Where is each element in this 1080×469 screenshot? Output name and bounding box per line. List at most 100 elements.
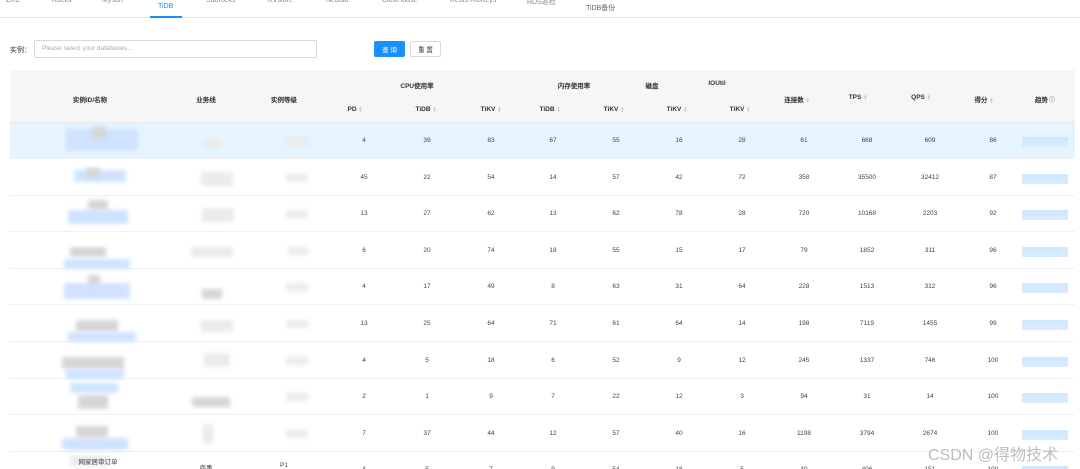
redacted-instance [286,210,308,219]
query-button[interactable]: 查 询 [374,41,405,57]
cell-tps: 10168 [857,210,877,218]
tab-10[interactable]: TiDB备份 [586,3,615,13]
cell-mem_tidb: 14 [549,173,557,181]
cell-mem_tikv: 52 [612,356,620,364]
cell-disk: 64 [675,320,683,327]
redacted-instance [286,320,308,328]
redacted-instance [88,275,100,286]
sort-icon[interactable]: ▲ ▼ [746,106,750,113]
col-pd[interactable]: PD ▲ ▼ [348,106,363,113]
col-score[interactable]: 得分 ▲ ▼ [975,94,994,104]
table-row[interactable]: 13 25 64 71 61 64 14 198 7119 1455 99 [10,306,1075,342]
cell-cpu_tidb: 37 [423,429,431,437]
table-row[interactable]: 13 27 62 13 62 78 28 720 10168 2203 92 [10,196,1075,233]
sort-icon[interactable]: ▲ ▼ [863,94,867,101]
cell-pd: 6 [362,246,366,254]
sort-icon[interactable]: ▲ ▼ [359,106,363,113]
trend-sparkline[interactable] [1022,356,1068,367]
cell-mem_tikv: 57 [612,173,620,181]
cell-instance-name: 网家居审订单 [78,459,118,467]
tab-8[interactable]: Redis-RioKeys [450,0,496,4]
trend-sparkline[interactable] [1022,173,1068,184]
cell-cpu_tikv: 62 [487,210,495,218]
col-trend-label: 趋势 [1034,97,1048,104]
trend-sparkline[interactable] [1022,429,1068,440]
table-row[interactable]: 6 20 74 18 55 15 17 79 1852 311 96 [10,233,1075,269]
col-qps[interactable]: QPS ▲ ▼ [911,94,931,101]
table-row[interactable]: 4 17 49 8 63 31 64 228 1513 312 96 [10,269,1075,306]
trend-sparkline[interactable] [1022,393,1068,404]
table-row[interactable]: 45 22 54 14 57 42 72 358 35500 32412 87 [10,160,1075,196]
col-connections[interactable]: 连接数 ▲ ▼ [784,94,809,104]
redacted-instance [62,437,128,450]
cell-mem_tidb: 7 [551,393,555,401]
cell-tps: 7119 [860,320,874,327]
table-row[interactable]: 4 39 83 67 55 16 28 61 668 609 86 [10,123,1075,159]
cell-mem_tidb: 18 [549,246,557,254]
cell-cpu_tikv: 44 [487,429,495,437]
cell-pd: 2 [362,393,366,401]
redacted-instance [88,200,108,211]
tab-5[interactable]: KVstore [268,0,293,4]
table-row[interactable]: 45795418540406151100网家居审订单商事P1 [10,452,1075,469]
redacted-instance [66,368,124,379]
sort-icon[interactable]: ▲ ▼ [557,106,561,113]
cell-io: 3 [740,393,744,401]
group-mem: 内存使用率 [557,83,591,90]
cell-disk: 78 [675,210,683,218]
col-io-tikv-label: TiKV [729,106,745,113]
tab-3[interactable]: TiDB [158,3,173,10]
table-row[interactable]: 4 5 18 6 52 9 12 245 1337 746 100 [10,343,1075,379]
table-row[interactable]: 2 1 9 7 22 12 3 94 31 14 100 [10,379,1075,416]
sort-icon[interactable]: ▲ ▼ [806,97,810,104]
col-mem-tikv[interactable]: TiKV ▲ ▼ [604,106,625,113]
cell-pd: 4 [362,283,366,291]
col-io-tikv[interactable]: TiKV ▲ ▼ [730,106,751,113]
cell-score: 87 [989,173,997,181]
cell-mem_tikv: 63 [612,283,620,291]
tab-6[interactable]: Nebula [326,0,348,4]
trend-sparkline[interactable] [1022,210,1068,221]
sort-icon[interactable]: ▲ ▼ [497,106,501,113]
trend-sparkline[interactable] [1022,246,1068,257]
tab-2[interactable]: Myson [102,0,123,4]
instance-select[interactable]: Please select your databases... [34,40,317,58]
col-mem-tidb[interactable]: TiDB ▲ ▼ [539,106,560,113]
table-row[interactable]: 7 37 44 12 57 40 16 1198 3794 2674 100 [10,416,1075,452]
tab-4[interactable]: Starrocks [206,0,236,4]
cell-conn: 1198 [797,429,811,437]
cell-conn: 228 [798,283,810,291]
cell-io: 28 [738,210,746,218]
sort-icon[interactable]: ▲ ▼ [990,97,994,104]
cell-disk: 12 [675,393,683,401]
col-cpu-tidb[interactable]: TiDB ▲ ▼ [415,106,436,113]
cell-score: 100 [987,429,999,437]
cell-io: 28 [738,137,746,144]
redacted-instance [74,169,126,182]
tab-1[interactable]: Rocks [52,0,71,4]
tab-0[interactable]: ZRC [6,0,20,4]
cell-cpu_tikv: 83 [487,137,495,144]
reset-button[interactable]: 重 置 [410,41,441,57]
sort-icon[interactable]: ▲ ▼ [620,106,624,113]
sort-icon[interactable]: ▲ ▼ [683,106,687,113]
redacted-instance [201,171,233,186]
tab-9[interactable]: RDS巡检 [527,0,556,7]
cell-pd: 7 [362,429,366,437]
cell-level: P1 [280,462,288,469]
cell-disk: 9 [677,356,681,364]
trend-sparkline[interactable] [1022,320,1068,330]
help-icon[interactable]: ⓘ [1049,98,1055,104]
col-cpu-tikv[interactable]: TiKV ▲ ▼ [481,106,502,113]
col-score-label: 得分 [974,97,988,104]
cell-score: 100 [987,393,999,401]
trend-sparkline[interactable] [1022,283,1068,294]
col-disk-tikv[interactable]: TiKV ▲ ▼ [667,106,688,113]
sort-icon[interactable]: ▲ ▼ [433,106,437,113]
cell-tps: 1337 [859,356,875,364]
tab-7[interactable]: ClickHouse [382,0,417,4]
sort-icon[interactable]: ▲ ▼ [927,94,931,101]
cell-conn: 245 [798,356,810,364]
col-tps[interactable]: TPS ▲ ▼ [849,94,868,101]
trend-sparkline[interactable] [1022,137,1068,147]
